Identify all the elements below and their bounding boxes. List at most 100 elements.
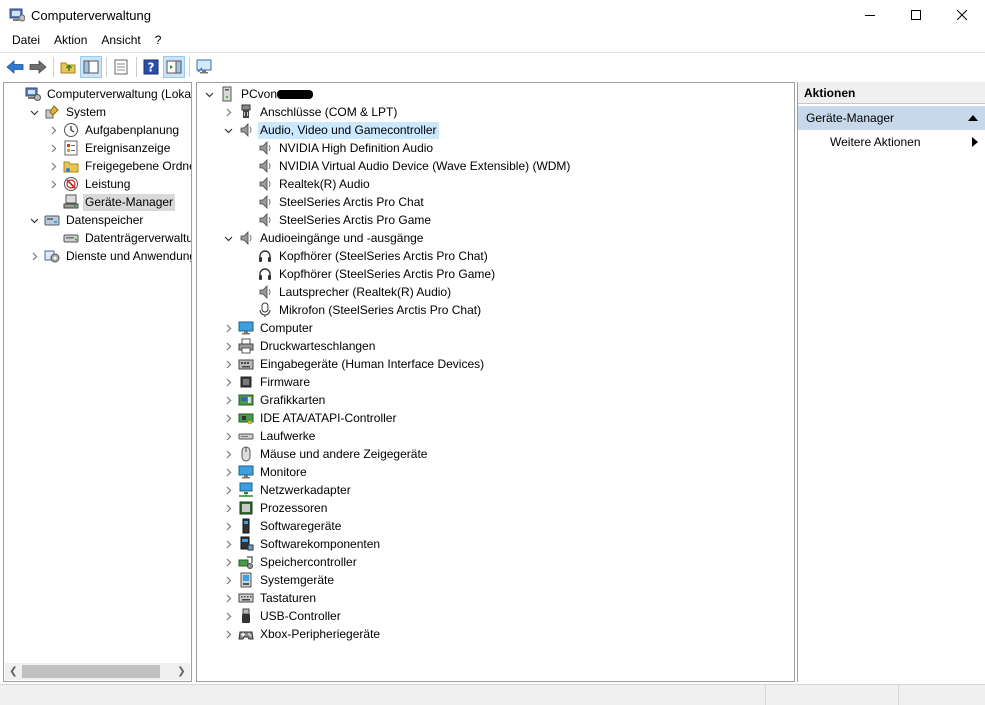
expand-chevron-right-icon[interactable] (222, 445, 234, 463)
expand-chevron-right-icon[interactable] (222, 103, 234, 121)
expand-chevron-right-icon[interactable] (222, 481, 234, 499)
horizontal-scrollbar[interactable]: ❮ ❯ (5, 663, 190, 680)
maximize-button[interactable] (893, 0, 939, 30)
expand-chevron-right-icon[interactable] (222, 391, 234, 409)
device-tree-item[interactable]: Eingabegeräte (Human Interface Devices) (222, 355, 486, 373)
console-tree-item[interactable]: Datenspeicher (28, 211, 145, 229)
device-tree-item[interactable]: Tastaturen (222, 589, 318, 607)
close-button[interactable] (939, 0, 985, 30)
device-tree-item[interactable]: Firmware (222, 373, 312, 391)
device-tree-item[interactable]: NVIDIA Virtual Audio Device (Wave Extens… (241, 157, 572, 175)
expand-chevron-right-icon[interactable] (47, 157, 59, 175)
device-tree-item[interactable]: Kopfhörer (SteelSeries Arctis Pro Chat) (241, 247, 490, 265)
menu-ansicht[interactable]: Ansicht (94, 30, 147, 51)
device-tree-item[interactable]: Druckwarteschlangen (222, 337, 377, 355)
expand-chevron-right-icon[interactable] (222, 553, 234, 571)
console-tree-item[interactable]: Leistung (47, 175, 132, 193)
menu-datei[interactable]: Datei (5, 30, 47, 51)
device-tree-item[interactable]: Laufwerke (222, 427, 317, 445)
hid-icon (238, 356, 254, 372)
properties-button[interactable] (110, 56, 132, 78)
device-tree-item[interactable]: Kopfhörer (SteelSeries Arctis Pro Game) (241, 265, 497, 283)
device-tree-item[interactable]: Speichercontroller (222, 553, 359, 571)
expand-chevron-down-icon[interactable] (203, 85, 215, 103)
console-tree-item[interactable]: Geräte-Manager (47, 193, 176, 211)
console-tree-item[interactable]: Dienste und Anwendungen (28, 247, 191, 265)
console-tree-item[interactable]: System (28, 103, 108, 121)
device-tree-item[interactable]: Prozessoren (222, 499, 329, 517)
console-tree-item[interactable]: Datenträgerverwaltung (47, 229, 191, 247)
device-tree-item[interactable]: Grafikkarten (222, 391, 327, 409)
expand-chevron-down-icon[interactable] (28, 103, 40, 121)
up-level-button[interactable] (57, 56, 79, 78)
device-tree-item[interactable]: Computer (222, 319, 315, 337)
device-tree-item[interactable]: Xbox-Peripheriegeräte (222, 625, 382, 643)
expand-chevron-right-icon[interactable] (222, 535, 234, 553)
scan-hardware-button[interactable] (193, 56, 215, 78)
device-tree-item[interactable]: PCvon (203, 85, 314, 103)
expand-chevron-right-icon[interactable] (47, 175, 59, 193)
device-tree-item[interactable]: Softwaregeräte (222, 517, 343, 535)
actions-section-device-manager[interactable]: Geräte-Manager (798, 106, 985, 130)
device-tree-item-label: Softwarekomponenten (260, 536, 381, 551)
device-tree-item[interactable]: Mäuse und andere Zeigegeräte (222, 445, 429, 463)
expand-chevron-right-icon[interactable] (28, 247, 40, 265)
device-tree-item[interactable]: USB-Controller (222, 607, 343, 625)
expander-placeholder (241, 139, 253, 157)
expand-chevron-down-icon[interactable] (222, 229, 234, 247)
back-button[interactable] (4, 56, 26, 78)
more-actions-item[interactable]: Weitere Aktionen (798, 132, 985, 152)
device-tree-item[interactable]: Realtek(R) Audio (241, 175, 372, 193)
device-tree-item-label: NVIDIA Virtual Audio Device (Wave Extens… (279, 158, 571, 173)
minimize-button[interactable] (847, 0, 893, 30)
show-hide-console-tree-button[interactable] (80, 55, 102, 78)
expand-chevron-right-icon[interactable] (222, 337, 234, 355)
expand-chevron-right-icon[interactable] (222, 625, 234, 643)
device-tree-item[interactable]: Lautsprecher (Realtek(R) Audio) (241, 283, 453, 301)
forward-button[interactable] (27, 56, 49, 78)
expand-chevron-down-icon[interactable] (222, 121, 234, 139)
console-tree-item[interactable]: Freigegebene Ordner (47, 157, 191, 175)
device-tree-item[interactable]: Softwarekomponenten (222, 535, 382, 553)
device-tree-item[interactable]: Mikrofon (SteelSeries Arctis Pro Chat) (241, 301, 483, 319)
expand-chevron-down-icon[interactable] (28, 211, 40, 229)
device-tree-item[interactable]: NVIDIA High Definition Audio (241, 139, 435, 157)
expand-chevron-right-icon[interactable] (222, 571, 234, 589)
expand-chevron-right-icon[interactable] (222, 373, 234, 391)
device-tree-item[interactable]: Monitore (222, 463, 309, 481)
expand-chevron-right-icon[interactable] (222, 607, 234, 625)
show-hide-action-pane-button[interactable] (163, 55, 185, 78)
expand-chevron-right-icon[interactable] (222, 409, 234, 427)
scroll-right-icon[interactable]: ❯ (173, 663, 190, 680)
help-button[interactable]: ? (140, 56, 162, 78)
menu-help[interactable]: ? (148, 30, 169, 51)
device-tree-item[interactable]: Audioeingänge und -ausgänge (222, 229, 425, 247)
console-tree-item[interactable]: Ereignisanzeige (47, 139, 172, 157)
computer-management-app-icon (9, 7, 25, 23)
expand-chevron-right-icon[interactable] (222, 499, 234, 517)
expand-chevron-right-icon[interactable] (222, 355, 234, 373)
device-tree-item[interactable]: Netzwerkadapter (222, 481, 353, 499)
menu-aktion[interactable]: Aktion (47, 30, 94, 51)
device-tree-item[interactable]: Anschlüsse (COM & LPT) (222, 103, 399, 121)
console-tree-item-label: Datenspeicher (66, 212, 144, 227)
device-tree-item[interactable]: SteelSeries Arctis Pro Chat (241, 193, 426, 211)
actions-pane: Aktionen Geräte-Manager Weitere Aktionen (797, 82, 985, 682)
device-tree-item[interactable]: IDE ATA/ATAPI-Controller (222, 409, 398, 427)
expand-chevron-right-icon[interactable] (47, 139, 59, 157)
device-tree-item[interactable]: Audio, Video und Gamecontroller (222, 121, 439, 139)
scrollbar-thumb[interactable] (22, 665, 160, 678)
device-tree-item-label: Netzwerkadapter (260, 482, 351, 497)
device-tree-item[interactable]: Systemgeräte (222, 571, 336, 589)
expand-chevron-right-icon[interactable] (47, 121, 59, 139)
device-tree-item-label: Kopfhörer (SteelSeries Arctis Pro Chat) (279, 248, 488, 263)
expand-chevron-right-icon[interactable] (222, 319, 234, 337)
expand-chevron-right-icon[interactable] (222, 427, 234, 445)
expand-chevron-right-icon[interactable] (222, 463, 234, 481)
console-tree-item[interactable]: Aufgabenplanung (47, 121, 181, 139)
expand-chevron-right-icon[interactable] (222, 517, 234, 535)
scroll-left-icon[interactable]: ❮ (5, 663, 22, 680)
device-tree-item[interactable]: SteelSeries Arctis Pro Game (241, 211, 433, 229)
expand-chevron-right-icon[interactable] (222, 589, 234, 607)
console-tree-item[interactable]: Computerverwaltung (Lokal) (9, 85, 191, 103)
